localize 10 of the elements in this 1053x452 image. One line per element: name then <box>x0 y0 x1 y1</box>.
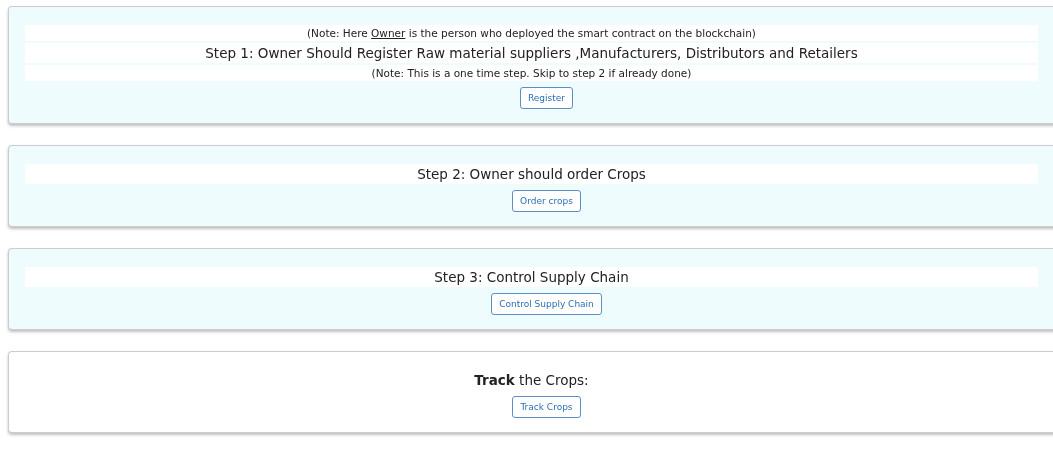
step-heading: Step 2: Owner should order Crops <box>417 165 646 184</box>
step-heading: Track the Crops: <box>474 371 589 390</box>
action-button[interactable]: Track Crops <box>512 396 581 418</box>
step-heading: Step 1: Owner Should Register Raw material suppliers ,Manufacturers, Distributors and Retailers <box>205 44 858 63</box>
step-heading: Step 3: Control Supply Chain <box>434 268 629 287</box>
action-button[interactable]: Register <box>519 87 574 109</box>
action-button[interactable]: Control Supply Chain <box>491 293 602 315</box>
note-text: (Note: This is a one time step. Skip to step 2 if already done) <box>371 66 692 81</box>
note-text: (Note: Here Owner is the person who deployed the smart contract on the blockchain) <box>307 26 756 41</box>
action-button[interactable]: Order crops <box>512 190 581 212</box>
